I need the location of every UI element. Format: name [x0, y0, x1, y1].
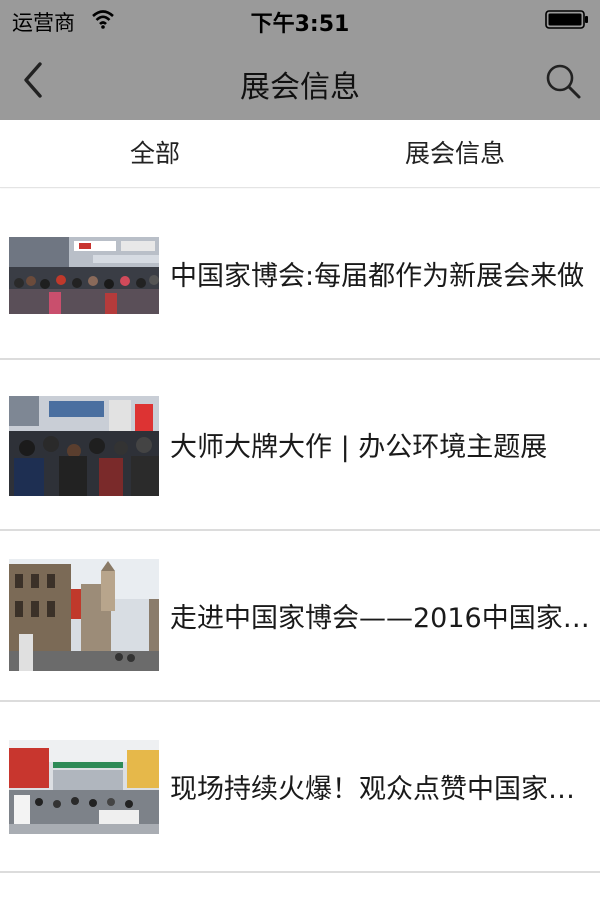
article-title: 中国家博会:每届都作为新展会来做: [170, 261, 585, 292]
list-item[interactable]: 中国家博会:每届都作为新展会来做: [0, 189, 600, 360]
article-title: 现场持续火爆！观众点赞中国家博会: [170, 774, 590, 805]
clock: 下午3:51: [250, 12, 350, 37]
battery-icon: [545, 10, 588, 29]
page-title: 展会信息: [240, 70, 360, 105]
search-icon[interactable]: [544, 62, 582, 100]
article-title: 大师大牌大作 | 办公环境主题展: [170, 432, 548, 463]
tab-all[interactable]: 全部: [55, 120, 255, 188]
list-item[interactable]: 现场持续火爆！观众点赞中国家博会: [0, 702, 600, 873]
list-item[interactable]: 走进中国家博会——2016中国家博会: [0, 531, 600, 702]
navigation-bar: 展会信息: [0, 40, 600, 120]
article-thumbnail: [9, 559, 159, 671]
article-title: 走进中国家博会——2016中国家博会: [170, 603, 590, 634]
tab-bar: 全部 展会信息: [0, 120, 600, 188]
article-list: 中国家博会:每届都作为新展会来做 大师大牌大作 | 办公环境主题展 走进中国家博…: [0, 189, 600, 873]
article-thumbnail: [9, 237, 159, 314]
article-thumbnail: [9, 740, 159, 834]
tab-exhibition-info[interactable]: 展会信息: [355, 120, 555, 188]
status-bar: 运营商 下午3:51: [0, 0, 600, 40]
article-thumbnail: [9, 396, 159, 496]
list-item[interactable]: 大师大牌大作 | 办公环境主题展: [0, 360, 600, 531]
